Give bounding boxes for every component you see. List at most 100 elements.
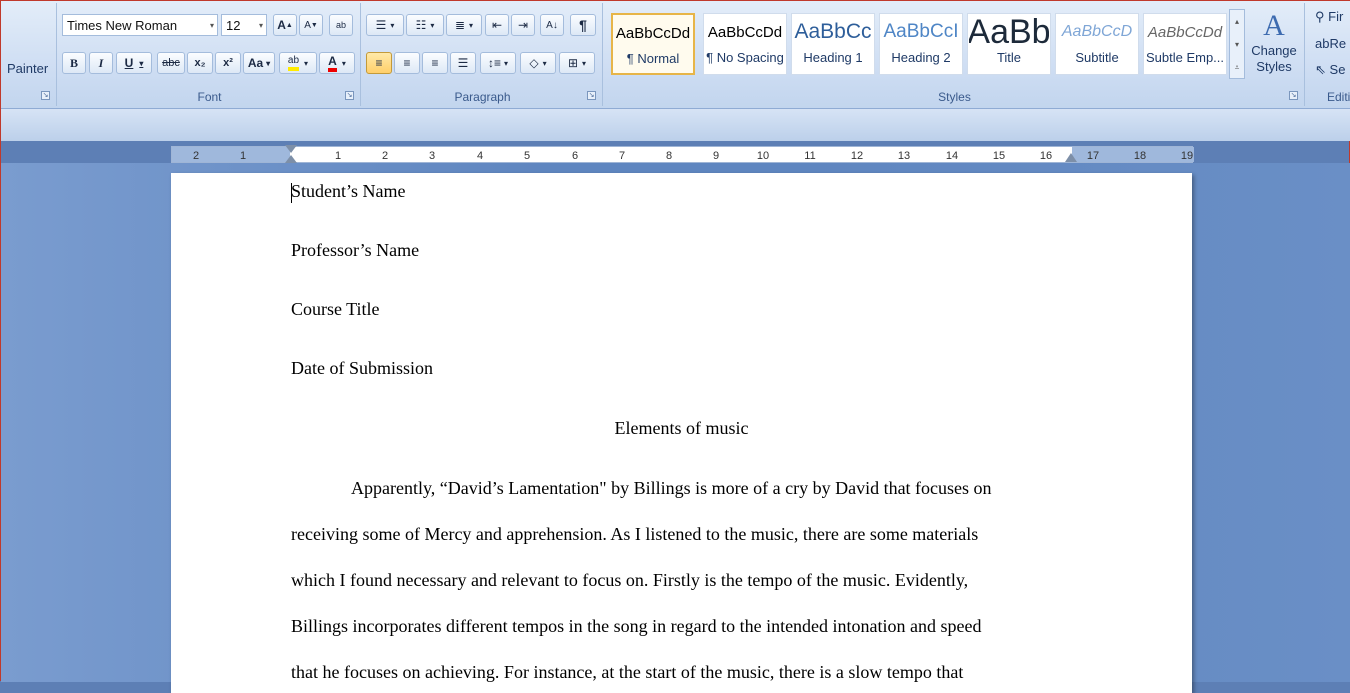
increase-indent-button[interactable]: ⇥ (511, 14, 535, 36)
ribbon: Painter ↘ Times New Roman ▾ 12 ▾ A ▲ A ▼ ab … (1, 1, 1350, 109)
hanging-indent-marker-icon[interactable] (285, 155, 297, 163)
style-name: Subtle Emp... (1145, 50, 1225, 65)
style-heading-1[interactable]: AaBbCc Heading 1 (791, 13, 875, 75)
ruler-label: 1 (239, 150, 247, 162)
style-name: Heading 2 (891, 50, 951, 65)
select-label: Se (1329, 62, 1346, 77)
strikethrough-icon: abc (162, 57, 180, 69)
borders-icon: ⊞ (567, 56, 579, 70)
document-page[interactable]: Student’s Name Professor’s Name Course T… (171, 173, 1192, 693)
replace-button[interactable]: abRe (1315, 36, 1346, 51)
paint-bucket-icon: ◇ (529, 56, 539, 70)
ruler-label: 15 (992, 150, 1006, 162)
select-button[interactable]: ⇖ Se (1315, 62, 1345, 78)
line-spacing-icon: ↕≡ (487, 56, 501, 70)
ruler-label: 17 (1086, 150, 1100, 162)
borders-button[interactable]: ⊞ ▾ (559, 52, 595, 74)
right-indent-marker-icon[interactable] (1065, 153, 1077, 162)
ruler-label: 6 (571, 150, 579, 162)
clipboard-group: Painter ↘ (1, 3, 57, 106)
ruler-label: 9 (712, 150, 720, 162)
ruler-label: 18 (1133, 150, 1147, 162)
show-formatting-button[interactable]: ¶ (570, 14, 596, 36)
styles-group-label: Styles (938, 90, 971, 104)
superscript-button[interactable]: x² (215, 52, 241, 74)
format-painter-button[interactable]: Painter (7, 61, 48, 76)
bullets-button[interactable]: ☰ ▾ (366, 14, 404, 36)
align-right-button[interactable]: ≡ (422, 52, 448, 74)
ruler-label: 8 (665, 150, 673, 162)
multilevel-list-button[interactable]: ≣ ▾ (446, 14, 482, 36)
ruler-label: 14 (945, 150, 959, 162)
font-color-button[interactable]: A ▾ (319, 52, 355, 74)
highlight-icon: ab (287, 55, 300, 71)
sort-button[interactable]: A↓ (540, 14, 564, 36)
clipboard-launcher-icon[interactable]: ↘ (41, 91, 50, 100)
body-line: which I found necessary and relevant to … (291, 570, 969, 590)
replace-label: Re (1329, 36, 1347, 51)
change-case-button[interactable]: Aa ▾ (243, 52, 275, 74)
first-line-indent-marker-icon[interactable] (285, 145, 297, 153)
font-family-value: Times New Roman (67, 17, 178, 33)
justify-button[interactable]: ☰ (450, 52, 476, 74)
decrease-indent-icon: ⇤ (491, 18, 503, 32)
highlight-button[interactable]: ab ▾ (279, 52, 317, 74)
binoculars-icon: ⚲ (1315, 9, 1325, 24)
style-normal[interactable]: AaBbCcDd ¶ Normal (611, 13, 695, 75)
subscript-button[interactable]: x₂ (187, 52, 213, 74)
underline-button[interactable]: U ▾ (116, 52, 152, 74)
paragraph-launcher-icon[interactable]: ↘ (587, 91, 596, 100)
ruler-label: 3 (428, 150, 436, 162)
ruler-band (1, 109, 1350, 141)
find-label: Fir (1328, 9, 1344, 24)
italic-icon: I (98, 55, 104, 70)
chevron-down-icon: ▾ (258, 21, 263, 30)
change-case-icon: Aa (247, 56, 264, 70)
superscript-icon: x² (223, 57, 233, 69)
font-launcher-icon[interactable]: ↘ (345, 91, 354, 100)
justify-icon: ☰ (457, 56, 469, 70)
multilevel-list-icon: ≣ (454, 18, 466, 32)
find-button[interactable]: ⚲ Fir (1315, 9, 1343, 25)
font-size-select[interactable]: 12 ▾ (221, 14, 267, 36)
clear-formatting-button[interactable]: ab (329, 14, 353, 36)
editing-group: ⚲ Fir abRe ⇖ Se Editi (1307, 3, 1350, 106)
header-course-title: Course Title (291, 299, 380, 319)
style-no-spacing[interactable]: AaBbCcDd ¶ No Spacing (703, 13, 787, 75)
decrease-indent-button[interactable]: ⇤ (485, 14, 509, 36)
change-styles-button[interactable]: A Change Styles (1249, 9, 1299, 85)
line-spacing-button[interactable]: ↕≡ ▾ (480, 52, 516, 74)
style-heading-2[interactable]: AaBbCcI Heading 2 (879, 13, 963, 75)
ruler-label: 7 (618, 150, 626, 162)
style-subtitle[interactable]: AaBbCcD Subtitle (1055, 13, 1139, 75)
ruler-label: 13 (897, 150, 911, 162)
cursor-icon: ⇖ (1315, 62, 1326, 77)
font-color-icon: A (328, 54, 337, 72)
ruler-left-margin (172, 147, 290, 162)
strikethrough-button[interactable]: abc (157, 52, 185, 74)
paragraph-group: ☰ ▾ ☷ ▾ ≣ ▾ ⇤ ⇥ A↓ ¶ ≡ ≡ ≡ ☰ ↕≡ ▾ ◇ ▾ ⊞ ▾ Para… (363, 3, 603, 106)
italic-button[interactable]: I (89, 52, 113, 74)
bold-button[interactable]: B (62, 52, 86, 74)
font-family-select[interactable]: Times New Roman ▾ (62, 14, 218, 36)
style-sample: AaBb (969, 14, 1049, 50)
styles-scroll[interactable]: ▴ ▾ ⩡ (1229, 9, 1245, 79)
numbering-button[interactable]: ☷ ▾ (406, 14, 444, 36)
replace-icon: ab (1315, 36, 1330, 51)
style-name: ¶ No Spacing (706, 50, 784, 65)
style-sample: AaBbCcDd (615, 24, 691, 42)
align-center-button[interactable]: ≡ (394, 52, 420, 74)
horizontal-ruler[interactable]: 2 1 1 2 3 4 5 6 7 8 9 10 11 12 13 14 15 … (171, 145, 1194, 163)
shading-button[interactable]: ◇ ▾ (520, 52, 556, 74)
grow-font-button[interactable]: A ▲ (273, 14, 297, 36)
style-title[interactable]: AaBb Title (967, 13, 1051, 75)
style-sample: AaBbCcDd (1147, 23, 1223, 41)
header-student-name: Student’s Name (291, 181, 406, 201)
align-left-button[interactable]: ≡ (366, 52, 392, 74)
style-subtle-emphasis[interactable]: AaBbCcDd Subtle Emp... (1143, 13, 1227, 75)
sort-icon: A↓ (546, 19, 558, 31)
styles-launcher-icon[interactable]: ↘ (1289, 91, 1298, 100)
ruler-label: 10 (756, 150, 770, 162)
style-sample: AaBbCcD (1061, 23, 1133, 40)
shrink-font-button[interactable]: A ▼ (299, 14, 323, 36)
